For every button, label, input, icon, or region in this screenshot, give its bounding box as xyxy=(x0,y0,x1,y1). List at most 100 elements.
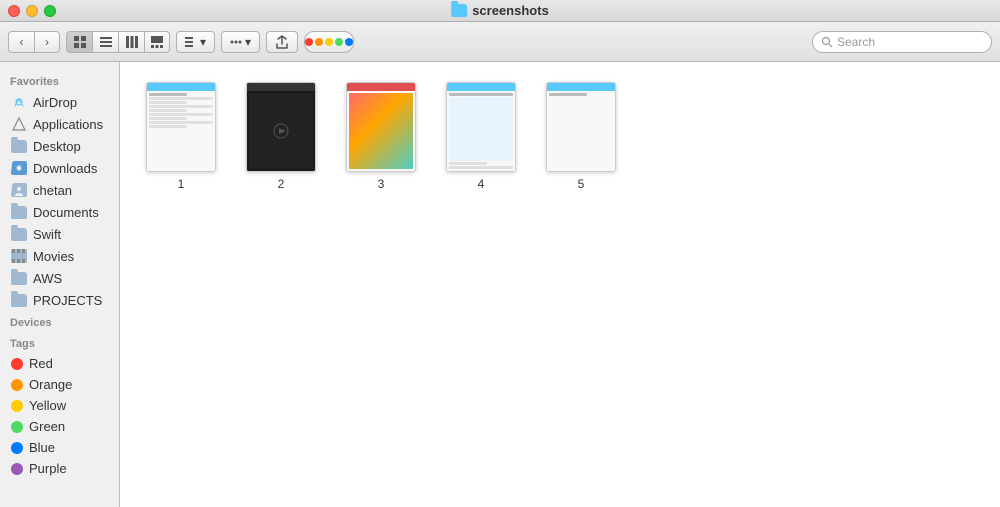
movies-icon xyxy=(11,248,27,264)
sidebar-item-tag-orange[interactable]: Orange xyxy=(3,374,116,395)
main-layout: Favorites AirDrop Applications Desktop xyxy=(0,62,1000,507)
downloads-label: Downloads xyxy=(33,161,97,176)
arrange-button[interactable]: ▾ xyxy=(176,31,215,53)
file-thumbnail xyxy=(446,82,516,172)
share-button[interactable] xyxy=(266,31,298,53)
file-thumbnail xyxy=(246,82,316,172)
window-controls xyxy=(0,5,56,17)
arrange-label: ▾ xyxy=(200,35,206,49)
toolbar: ‹ › ▾ ▾ xyxy=(0,22,1000,62)
sidebar-item-swift[interactable]: Swift xyxy=(3,223,116,245)
label-button[interactable] xyxy=(304,31,354,53)
red-tag-label: Red xyxy=(29,356,53,371)
sidebar-item-tag-yellow[interactable]: Yellow xyxy=(3,395,116,416)
swift-icon xyxy=(11,226,27,242)
yellow-tag-label: Yellow xyxy=(29,398,66,413)
file-label: 1 xyxy=(178,177,185,191)
sidebar-item-projects[interactable]: PROJECTS xyxy=(3,289,116,311)
maximize-button[interactable] xyxy=(44,5,56,17)
title-folder-icon xyxy=(451,4,467,17)
sidebar-item-aws[interactable]: AWS xyxy=(3,267,116,289)
minimize-button[interactable] xyxy=(26,5,38,17)
file-item[interactable]: 1 xyxy=(136,78,226,195)
orange-dot xyxy=(315,38,323,46)
label-dots xyxy=(305,38,353,46)
cover-view-button[interactable] xyxy=(144,31,170,53)
airdrop-label: AirDrop xyxy=(33,95,77,110)
devices-label: Devices xyxy=(0,311,119,332)
action-label: ▾ xyxy=(245,35,251,49)
tags-label: Tags xyxy=(0,332,119,353)
view-buttons xyxy=(66,31,170,53)
sidebar-item-desktop[interactable]: Desktop xyxy=(3,135,116,157)
applications-label: Applications xyxy=(33,117,103,132)
column-view-button[interactable] xyxy=(118,31,144,53)
blue-dot xyxy=(345,38,353,46)
sidebar-item-tag-green[interactable]: Green xyxy=(3,416,116,437)
content-area: 1 2 xyxy=(120,62,1000,507)
green-dot xyxy=(335,38,343,46)
search-box[interactable]: Search xyxy=(812,31,992,53)
applications-icon xyxy=(11,116,27,132)
file-item[interactable]: 2 xyxy=(236,78,326,195)
list-view-button[interactable] xyxy=(92,31,118,53)
purple-tag-label: Purple xyxy=(29,461,67,476)
chetan-icon xyxy=(11,182,27,198)
file-grid: 1 2 xyxy=(136,78,984,195)
chetan-label: chetan xyxy=(33,183,72,198)
search-placeholder: Search xyxy=(837,35,875,49)
documents-icon xyxy=(11,204,27,220)
aws-icon xyxy=(11,270,27,286)
sidebar-item-tag-purple[interactable]: Purple xyxy=(3,458,116,479)
file-thumbnail xyxy=(146,82,216,172)
projects-label: PROJECTS xyxy=(33,293,102,308)
documents-label: Documents xyxy=(33,205,99,220)
red-dot xyxy=(305,38,313,46)
forward-button[interactable]: › xyxy=(34,31,60,53)
title-text: screenshots xyxy=(472,3,549,18)
orange-tag-label: Orange xyxy=(29,377,72,392)
projects-icon xyxy=(11,292,27,308)
desktop-label: Desktop xyxy=(33,139,81,154)
downloads-icon xyxy=(11,160,27,176)
swift-label: Swift xyxy=(33,227,61,242)
sidebar: Favorites AirDrop Applications Desktop xyxy=(0,62,120,507)
icon-view-button[interactable] xyxy=(66,31,92,53)
titlebar: screenshots xyxy=(0,0,1000,22)
orange-tag-dot xyxy=(11,379,23,391)
sidebar-item-chetan[interactable]: chetan xyxy=(3,179,116,201)
file-item[interactable]: 4 xyxy=(436,78,526,195)
airdrop-icon xyxy=(11,94,27,110)
sidebar-item-documents[interactable]: Documents xyxy=(3,201,116,223)
search-icon xyxy=(821,36,833,48)
aws-label: AWS xyxy=(33,271,62,286)
sidebar-item-applications[interactable]: Applications xyxy=(3,113,116,135)
nav-group: ‹ › xyxy=(8,31,60,53)
file-label: 3 xyxy=(378,177,385,191)
window-title: screenshots xyxy=(451,3,549,18)
favorites-label: Favorites xyxy=(0,70,119,91)
sidebar-item-movies[interactable]: Movies xyxy=(3,245,116,267)
red-tag-dot xyxy=(11,358,23,370)
purple-tag-dot xyxy=(11,463,23,475)
back-button[interactable]: ‹ xyxy=(8,31,34,53)
action-button[interactable]: ▾ xyxy=(221,31,260,53)
yellow-dot xyxy=(325,38,333,46)
sidebar-item-airdrop[interactable]: AirDrop xyxy=(3,91,116,113)
sidebar-item-downloads[interactable]: Downloads xyxy=(3,157,116,179)
green-tag-label: Green xyxy=(29,419,65,434)
green-tag-dot xyxy=(11,421,23,433)
yellow-tag-dot xyxy=(11,400,23,412)
file-thumbnail xyxy=(546,82,616,172)
close-button[interactable] xyxy=(8,5,20,17)
file-item[interactable]: 3 xyxy=(336,78,426,195)
sidebar-item-tag-blue[interactable]: Blue xyxy=(3,437,116,458)
file-label: 4 xyxy=(478,177,485,191)
blue-tag-label: Blue xyxy=(29,440,55,455)
blue-tag-dot xyxy=(11,442,23,454)
file-item[interactable]: 5 xyxy=(536,78,626,195)
movies-label: Movies xyxy=(33,249,74,264)
file-label: 2 xyxy=(278,177,285,191)
sidebar-item-tag-red[interactable]: Red xyxy=(3,353,116,374)
desktop-icon xyxy=(11,138,27,154)
